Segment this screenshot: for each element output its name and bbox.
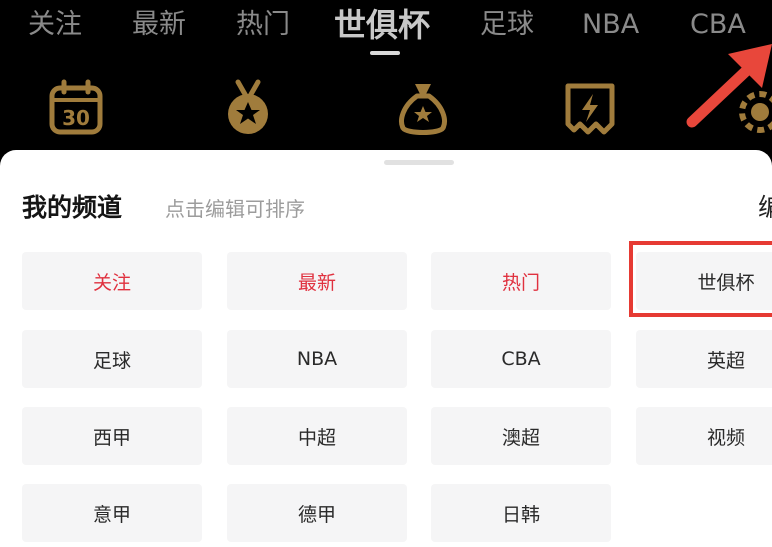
annotation-arrow-icon bbox=[640, 30, 772, 140]
channel-item-la-liga[interactable]: 西甲 bbox=[22, 407, 202, 465]
sheet-drag-handle[interactable] bbox=[384, 160, 454, 165]
edit-button[interactable]: 编 bbox=[758, 190, 772, 226]
channel-item-hot[interactable]: 热门 bbox=[431, 252, 611, 310]
channel-item-jpn-kor[interactable]: 日韩 bbox=[431, 484, 611, 542]
my-channels-title: 我的频道 bbox=[22, 193, 123, 222]
sort-hint: 点击编辑可排序 bbox=[165, 197, 305, 221]
tab-hot[interactable]: 热门 bbox=[236, 7, 290, 43]
medal-icon[interactable] bbox=[218, 78, 278, 138]
tab-football[interactable]: 足球 bbox=[480, 7, 534, 43]
channel-sheet: 我的频道 点击编辑可排序 编 关注 最新 热门 世俱杯 足球 NBA CBA 英… bbox=[0, 150, 772, 547]
channel-item-nba[interactable]: NBA bbox=[227, 330, 407, 388]
channel-item-latest[interactable]: 最新 bbox=[227, 252, 407, 310]
calendar-30-icon[interactable]: 30 bbox=[46, 78, 106, 138]
tab-follow[interactable]: 关注 bbox=[28, 7, 82, 43]
lightning-ticket-icon[interactable] bbox=[560, 78, 620, 138]
channel-item-football[interactable]: 足球 bbox=[22, 330, 202, 388]
channel-item-a-league[interactable]: 澳超 bbox=[431, 407, 611, 465]
channel-item-serie-a[interactable]: 意甲 bbox=[22, 484, 202, 542]
channel-item-follow[interactable]: 关注 bbox=[22, 252, 202, 310]
channel-item-video[interactable]: 视频 bbox=[636, 407, 772, 465]
channel-item-csl[interactable]: 中超 bbox=[227, 407, 407, 465]
tab-nba[interactable]: NBA bbox=[582, 7, 639, 43]
active-tab-indicator bbox=[370, 51, 400, 55]
channel-item-premier-league[interactable]: 英超 bbox=[636, 330, 772, 388]
channel-item-club-world-cup[interactable]: 世俱杯 bbox=[636, 252, 772, 310]
calendar-30-icon-label: 30 bbox=[62, 106, 90, 130]
tab-latest[interactable]: 最新 bbox=[132, 7, 186, 43]
tab-club-world-cup[interactable]: 世俱杯 bbox=[334, 4, 430, 46]
channel-item-bundesliga[interactable]: 德甲 bbox=[227, 484, 407, 542]
money-bag-icon[interactable] bbox=[393, 78, 453, 138]
channel-item-cba[interactable]: CBA bbox=[431, 330, 611, 388]
